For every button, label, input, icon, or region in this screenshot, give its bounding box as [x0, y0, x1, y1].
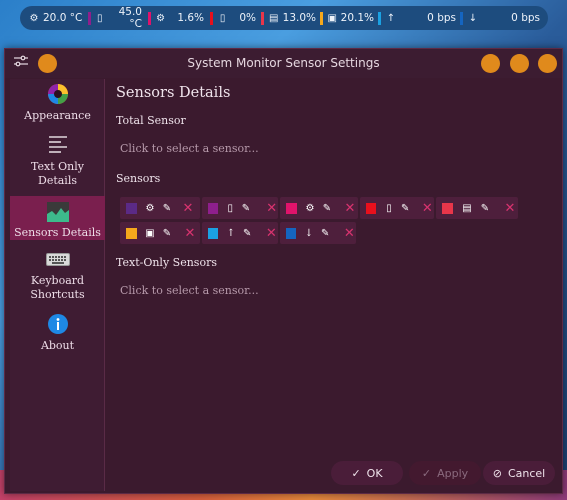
edit-icon[interactable]: ✎ [240, 201, 253, 215]
disk-icon: ▣ [145, 227, 155, 239]
gpu-icon: ▯ [386, 202, 392, 214]
color-bar [320, 11, 323, 25]
ok-button[interactable]: ✓ OK [331, 461, 403, 485]
sidebar-item-label: About [40, 339, 75, 352]
sidebar-item-appearance[interactable]: Appearance [10, 82, 105, 128]
cpu-temp-icon: ⚙ [29, 12, 39, 24]
window-title: System Monitor Sensor Settings [187, 56, 380, 70]
page-title: Sensors Details [116, 85, 231, 101]
panel-download[interactable]: ↓ 0 bps [456, 6, 540, 30]
remove-icon[interactable]: ✕ [183, 226, 197, 241]
remove-icon[interactable]: ✕ [265, 226, 278, 241]
edit-icon[interactable]: ✎ [399, 201, 412, 215]
sidebar-item-label: Keyboard Shortcuts [30, 274, 85, 301]
sidebar-item-label: Appearance [24, 109, 91, 122]
sidebar-item-label: Sensors Details [14, 226, 101, 239]
cancel-icon: ⊘ [492, 466, 502, 480]
check-icon: ✓ [351, 466, 361, 480]
title-bar[interactable]: System Monitor Sensor Settings [5, 49, 562, 78]
sidebar-item-about[interactable]: About [10, 312, 105, 356]
remove-icon[interactable]: ✕ [181, 201, 195, 216]
info-icon [46, 312, 70, 336]
sidebar-item-text-only-details[interactable]: Text Only Details [10, 133, 105, 191]
settings-sidebar: Appearance Text Only Details Sensors Det… [10, 79, 105, 491]
gpu-usage-icon: ▯ [219, 12, 226, 24]
panel-cpu-usage[interactable]: ⚙ 1.6% [142, 6, 204, 30]
memory-icon: ▤ [269, 12, 279, 24]
color-bar [87, 11, 91, 25]
color-swatch[interactable] [366, 202, 377, 214]
sensors-details-icon [46, 200, 70, 223]
text-details-icon [46, 133, 70, 157]
edit-icon[interactable]: ✎ [160, 226, 174, 240]
sensor-chip[interactable]: ▣ ✎ ✕ [120, 222, 200, 244]
sensor-chip[interactable]: ▯ ✎ ✕ [360, 197, 434, 219]
total-sensor-label: Total Sensor [116, 114, 186, 127]
upload-icon: ↑ [386, 12, 396, 24]
settings-window: System Monitor Sensor Settings Appearanc… [4, 48, 563, 494]
memory-icon: ▤ [462, 202, 472, 214]
panel-cpu-temp[interactable]: ⚙ 20.0 °C [28, 6, 88, 30]
maximize-button[interactable] [510, 54, 529, 73]
sensors-details-page: Sensors Details Total Sensor Click to se… [110, 79, 562, 493]
close-button[interactable] [538, 54, 557, 73]
sensor-chip[interactable]: ▤ ✎ ✕ [436, 197, 518, 219]
appearance-icon [46, 82, 70, 106]
sidebar-item-sensors-details[interactable]: Sensors Details [10, 196, 105, 240]
color-swatch[interactable] [442, 202, 453, 214]
cpu-usage-icon: ⚙ [156, 12, 166, 24]
cancel-button[interactable]: ⊘ Cancel [483, 461, 555, 485]
remove-icon[interactable]: ✕ [265, 201, 278, 216]
cpu-icon: ⚙ [305, 202, 315, 214]
remove-icon[interactable]: ✕ [343, 226, 356, 241]
sensor-chip[interactable]: ⚙ ✎ ✕ [280, 197, 358, 219]
sidebar-item-label: Text Only Details [31, 160, 84, 187]
color-bar [210, 11, 213, 25]
edit-icon[interactable]: ✎ [241, 226, 254, 240]
sensors-label: Sensors [116, 172, 161, 185]
disk-icon: ▣ [327, 12, 337, 24]
color-bar [261, 11, 264, 25]
remove-icon[interactable]: ✕ [343, 201, 357, 216]
panel-gpu-temp[interactable]: ▯ 45.0 °C [87, 6, 142, 30]
panel-disk[interactable]: ▣ 20.1% [316, 6, 374, 30]
text-only-sensor-selector[interactable]: Click to select a sensor... [116, 278, 554, 304]
sensor-chip[interactable]: ↓ ✎ ✕ [280, 222, 356, 244]
remove-icon[interactable]: ✕ [503, 201, 517, 216]
sensor-chip[interactable]: ▯ ✎ ✕ [202, 197, 278, 219]
minimize-button[interactable] [481, 54, 500, 73]
panel-gpu-usage[interactable]: ▯ 0% [204, 6, 256, 30]
gpu-temp-icon: ▯ [96, 12, 103, 24]
remove-icon[interactable]: ✕ [421, 201, 434, 216]
text-only-sensors-label: Text-Only Sensors [116, 256, 217, 269]
cpu-icon: ⚙ [145, 202, 155, 214]
edit-icon[interactable]: ✎ [160, 201, 174, 215]
upload-icon: ↑ [226, 227, 236, 239]
download-icon: ↓ [304, 227, 314, 239]
gpu-icon: ▯ [227, 202, 234, 214]
total-sensor-selector[interactable]: Click to select a sensor... [116, 136, 554, 162]
sensor-chip[interactable]: ⚙ ✎ ✕ [120, 197, 200, 219]
color-swatch[interactable] [208, 227, 219, 239]
sidebar-item-keyboard-shortcuts[interactable]: Keyboard Shortcuts [10, 247, 105, 305]
system-monitor-panel[interactable]: ⚙ 20.0 °C ▯ 45.0 °C ⚙ 1.6% ▯ 0% ▤ 13.0% … [20, 6, 548, 30]
color-swatch[interactable] [208, 202, 218, 214]
keyboard-icon [45, 247, 70, 271]
color-swatch[interactable] [126, 227, 137, 239]
color-swatch[interactable] [286, 202, 297, 214]
color-bar [460, 11, 463, 25]
color-bar [148, 11, 151, 25]
sensor-chip[interactable]: ↑ ✎ ✕ [202, 222, 278, 244]
check-icon: ✓ [421, 466, 432, 480]
edit-icon[interactable]: ✎ [320, 201, 334, 215]
color-swatch[interactable] [286, 227, 297, 239]
panel-upload[interactable]: ↑ 0 bps [374, 6, 456, 30]
edit-icon[interactable]: ✎ [478, 201, 492, 215]
color-bar [378, 11, 381, 25]
panel-memory[interactable]: ▤ 13.0% [256, 6, 316, 30]
edit-icon[interactable]: ✎ [319, 226, 332, 240]
apply-button[interactable]: ✓ Apply [409, 461, 481, 485]
download-icon: ↓ [468, 12, 478, 24]
color-swatch[interactable] [126, 202, 137, 214]
